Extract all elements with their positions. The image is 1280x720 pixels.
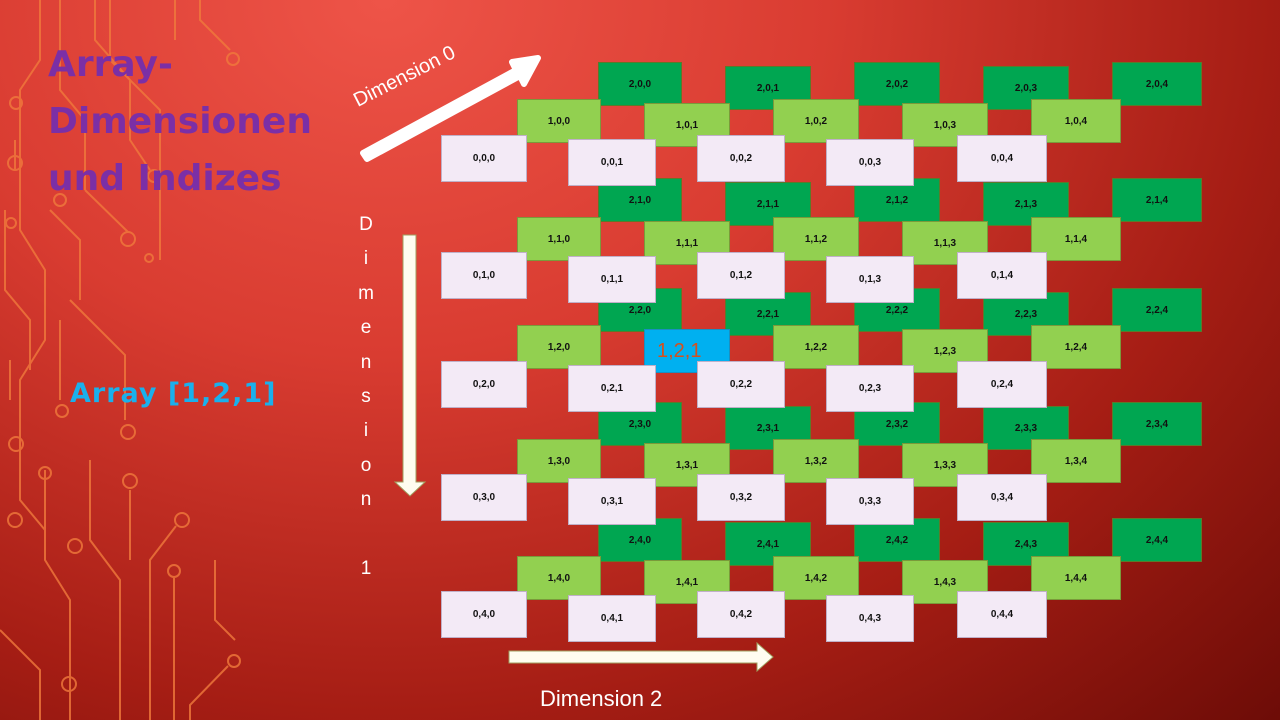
array-cell: 1,4,0	[517, 556, 601, 600]
array-cell: 0,3,2	[697, 474, 785, 521]
array-cell: 0,3,3	[826, 478, 914, 525]
dimension1-label: Dimension 1	[356, 208, 376, 586]
array-cell: 0,4,1	[568, 595, 656, 642]
title-line-1: Array-	[48, 44, 173, 85]
array-cell: 0,3,0	[441, 474, 527, 521]
dimension1-label-char: e	[360, 317, 372, 339]
dimension2-label: Dimension 2	[540, 686, 663, 711]
array-cell: 1,4,2	[773, 556, 859, 600]
array-cell: 1,1,0	[517, 217, 601, 261]
array-cell: 2,3,4	[1112, 402, 1202, 446]
page-title: Array- Dimensionen und Indizes	[48, 36, 312, 207]
array-cell: 2,4,4	[1112, 518, 1202, 562]
array-cell: 0,2,0	[441, 361, 527, 408]
array-cell: 1,0,0	[517, 99, 601, 143]
array-cell: 0,2,3	[826, 365, 914, 412]
dimension1-label-char: o	[360, 454, 372, 476]
array-cell: 0,0,2	[697, 135, 785, 182]
array-cell: 0,1,2	[697, 252, 785, 299]
array-cell: 0,4,4	[957, 591, 1047, 638]
array-cell: 0,2,2	[697, 361, 785, 408]
dimension1-label-char	[356, 518, 376, 552]
array-cell: 1,2,2	[773, 325, 859, 369]
dimension1-label-char: D	[359, 214, 373, 235]
dimension1-label-char: i	[363, 420, 369, 442]
array-cell: 0,3,4	[957, 474, 1047, 521]
array-cell: 0,4,3	[826, 595, 914, 642]
array-cell: 0,0,3	[826, 139, 914, 186]
array-cell: 0,4,2	[697, 591, 785, 638]
array-cell: 0,1,3	[826, 256, 914, 303]
array-cell: 2,0,2	[854, 62, 940, 106]
array-cell: 0,2,4	[957, 361, 1047, 408]
array-cell: 0,1,0	[441, 252, 527, 299]
title-line-3: und Indizes	[48, 158, 282, 199]
dimension2-arrow-icon	[508, 641, 774, 673]
dimension1-label-char: n	[360, 489, 372, 511]
array-cell: 1,2,0	[517, 325, 601, 369]
array-cell: 2,0,0	[598, 62, 682, 106]
dimension1-label-char: s	[361, 386, 371, 408]
array-cell: 0,0,0	[441, 135, 527, 182]
array-cell: 0,2,1	[568, 365, 656, 412]
dimension1-label-char: i	[363, 248, 369, 270]
dimension1-label-char: n	[360, 351, 372, 373]
array-cell: 0,3,1	[568, 478, 656, 525]
dimension1-label-char: 1	[360, 558, 372, 580]
array-cell: 1,1,2	[773, 217, 859, 261]
dimension1-arrow-icon	[393, 234, 427, 497]
array-cell: 1,3,2	[773, 439, 859, 483]
array-cell: 1,3,0	[517, 439, 601, 483]
dimension0-label: Dimension 0	[350, 41, 460, 112]
array-example-label: Array [1,2,1]	[70, 378, 277, 409]
title-line-2: Dimensionen	[48, 101, 312, 142]
array-cell: 1,0,2	[773, 99, 859, 143]
dimension1-label-char: m	[358, 282, 374, 304]
array-cell: 2,1,4	[1112, 178, 1202, 222]
array-cell: 0,0,1	[568, 139, 656, 186]
array-cell: 2,2,4	[1112, 288, 1202, 332]
array-cell: 2,0,4	[1112, 62, 1202, 106]
array-cell: 0,1,4	[957, 252, 1047, 299]
array-cell: 0,4,0	[441, 591, 527, 638]
array-cell: 0,1,1	[568, 256, 656, 303]
array-cell: 0,0,4	[957, 135, 1047, 182]
